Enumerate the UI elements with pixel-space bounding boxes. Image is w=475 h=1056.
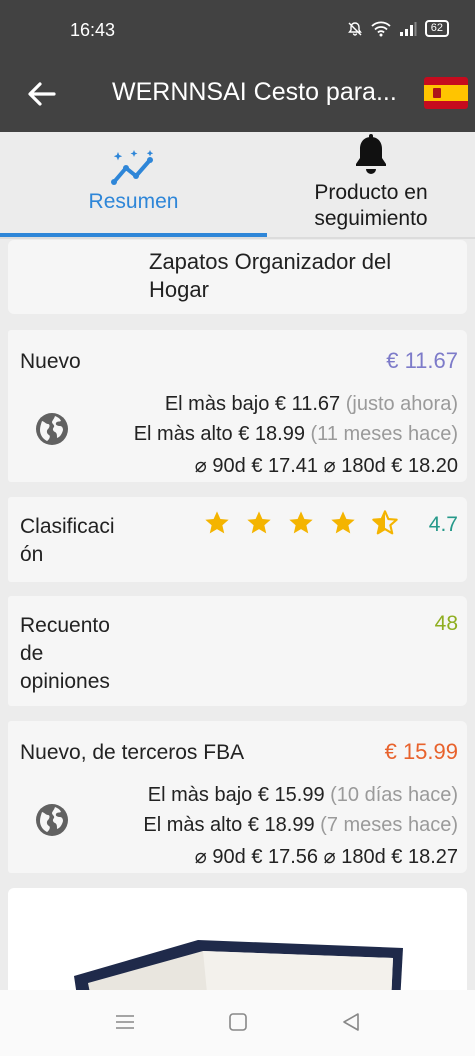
fba-lowest-row: El màs bajo € 15.99 (10 días hace) [147,784,458,806]
new-price-value: € 11.67 [386,348,458,373]
tab-tracking-label: Producto en seguimiento [314,181,428,230]
rating-value: 4.7 [428,513,458,536]
product-name-card: Zapatos Organizador del Hogar [8,240,467,314]
sparkle-chart-icon [110,150,153,185]
star-full-icon [289,511,313,534]
star-full-icon [331,511,355,534]
mute-bell-icon [347,21,362,36]
fba-price-value: € 15.99 [384,739,458,764]
product-image-card[interactable] [8,888,467,1003]
globe-icon [36,804,68,836]
reviews-card[interactable]: Recuento de opiniones 48 [8,596,467,706]
fba-price-heading: Nuevo, de terceros FBA [20,741,245,764]
back-arrow-icon[interactable] [22,74,62,114]
fba-averages-row: ⌀ 90d € 17.56 ⌀ 180d € 18.27 [194,846,458,868]
back-triangle-icon[interactable] [340,1012,362,1032]
star-full-icon [247,511,271,534]
rating-heading: Clasificaci ón [20,515,115,566]
rating-card[interactable]: Clasificaci ón 4.7 [8,497,467,582]
status-time: 16:43 [70,20,116,40]
app-bar: WERNNSAI Cesto para... [0,60,475,132]
tab-summary-label: Resumen [88,190,179,213]
tab-bar: Resumen Producto en seguimiento [0,132,475,240]
app-bar-title: WERNNSAI Cesto para... [112,78,397,106]
star-half-icon [372,510,398,535]
home-icon[interactable] [227,1012,249,1032]
fba-highest-row: El màs alto € 18.99 (7 meses hace) [143,814,458,836]
product-image [74,940,403,1003]
fba-price-card[interactable]: Nuevo, de terceros FBA € 15.99 El màs ba… [8,721,467,873]
status-bar: 16:43 62 [0,0,475,60]
spain-flag-icon[interactable] [424,77,468,109]
new-lowest-row: El màs bajo € 11.67 (justo ahora) [164,393,458,415]
new-averages-row: ⌀ 90d € 17.41 ⌀ 180d € 18.20 [194,455,458,477]
status-icons: 62 [347,20,449,37]
new-price-heading: Nuevo [20,350,81,373]
menu-icon[interactable] [114,1012,136,1032]
reviews-count: 48 [434,612,458,635]
tab-divider [0,237,475,239]
product-name: Zapatos Organizador del Hogar [149,249,392,302]
battery-icon: 62 [424,20,449,37]
system-nav-bar [0,990,475,1056]
reviews-heading: Recuento de opiniones [20,614,110,693]
star-full-icon [205,511,229,534]
bell-icon [356,134,386,174]
globe-icon [36,413,68,445]
tab-summary[interactable]: Resumen [0,132,267,240]
wifi-icon [371,21,391,36]
tab-tracking[interactable]: Producto en seguimiento [267,132,475,240]
new-highest-row: El màs alto € 18.99 (11 meses hace) [133,423,458,445]
signal-icon [399,21,417,36]
rating-stars [203,509,399,537]
new-price-card[interactable]: Nuevo € 11.67 El màs bajo € 11.67 (justo… [8,330,467,482]
